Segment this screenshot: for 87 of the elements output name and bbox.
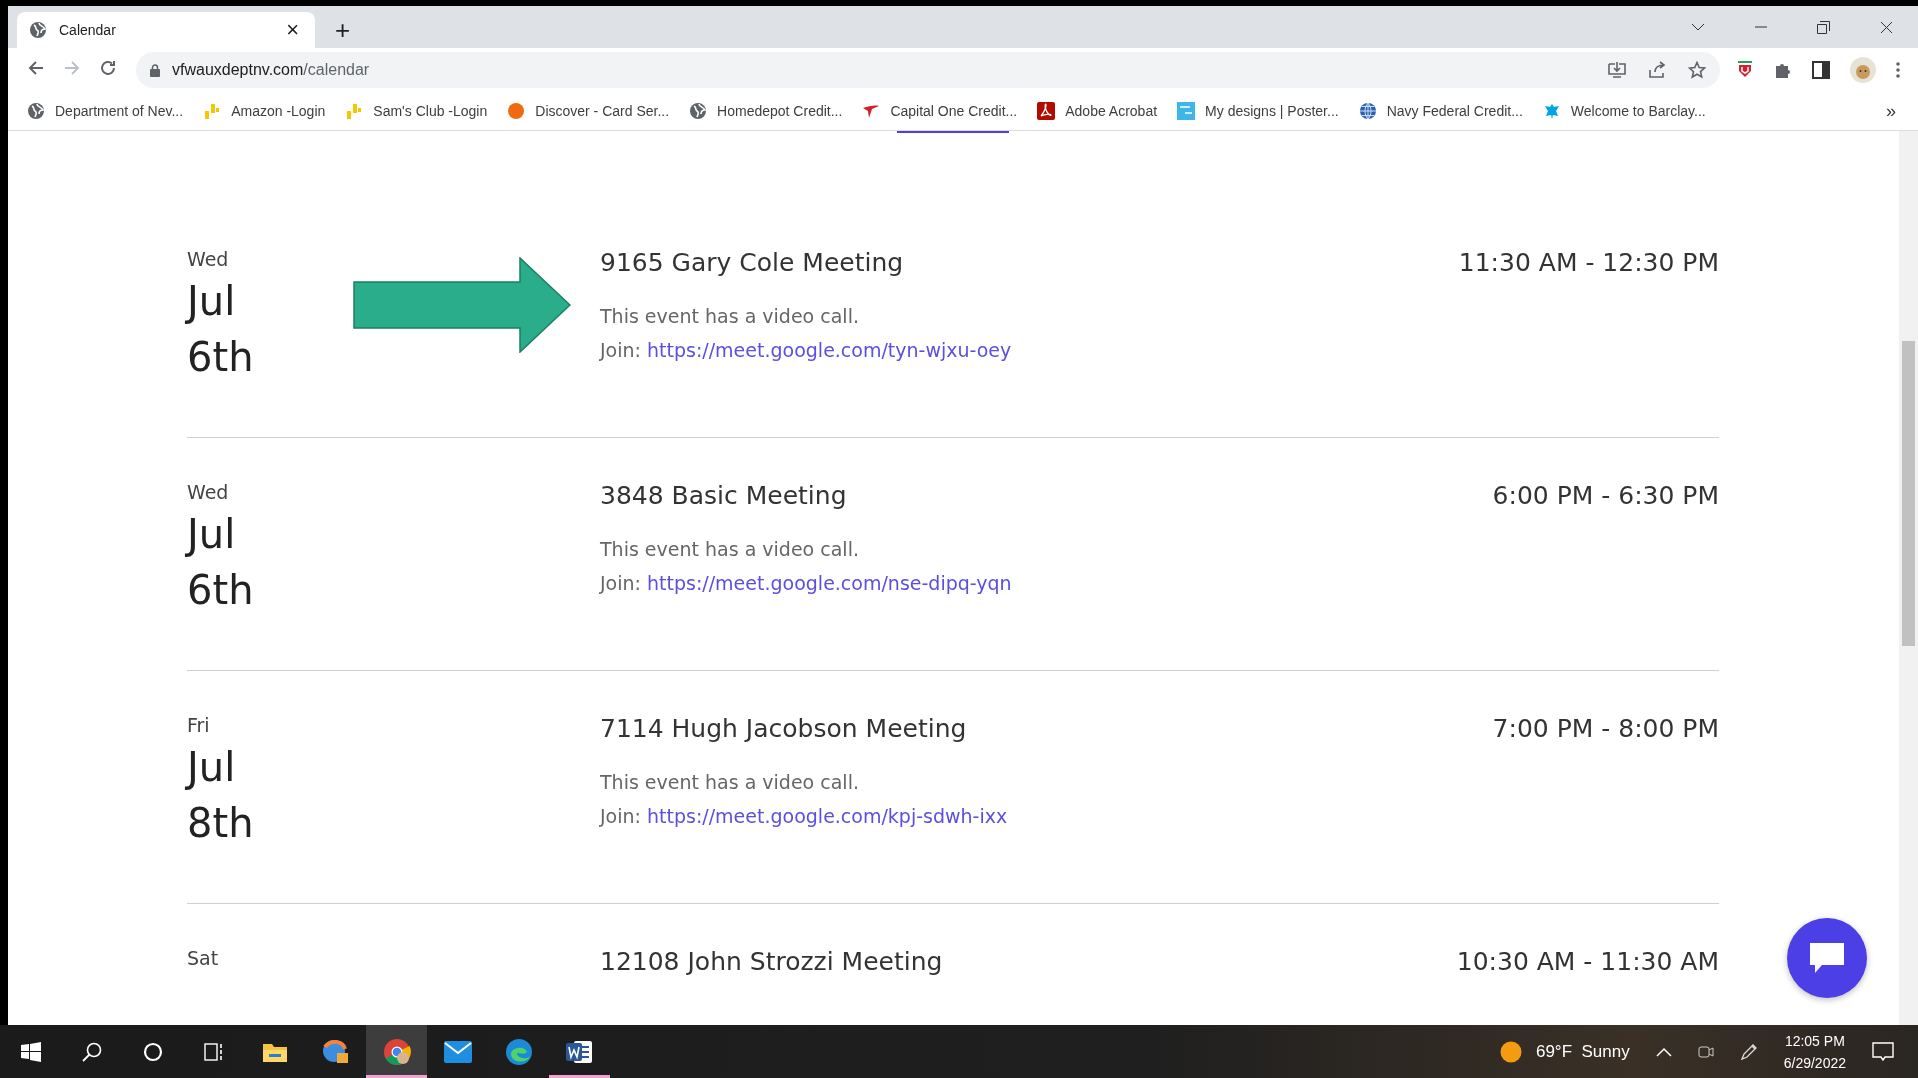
- more-menu-icon[interactable]: [1896, 62, 1900, 78]
- eagle-icon: [1542, 102, 1561, 120]
- lock-icon: [150, 63, 160, 77]
- circle-icon[interactable]: [142, 1041, 163, 1062]
- tab-title: Calendar: [59, 22, 117, 38]
- avatar-icon[interactable]: [1850, 57, 1876, 83]
- bookmark-link[interactable]: Discover - Card Ser...: [507, 102, 670, 120]
- restore-icon[interactable]: [1817, 20, 1830, 34]
- bookmark-link[interactable]: Welcome to Barclay...: [1542, 102, 1706, 120]
- bookmark-link[interactable]: My designs | Poster...: [1177, 102, 1339, 120]
- edge-icon[interactable]: [504, 1037, 533, 1066]
- pen-icon[interactable]: [1739, 1042, 1758, 1061]
- url-text: vfwauxdeptnv.com/calendar: [172, 61, 370, 79]
- search-icon[interactable]: [81, 1041, 102, 1062]
- bookmark-link[interactable]: Adobe Acrobat: [1037, 102, 1158, 120]
- bookmark-link[interactable]: Homedepot Credit...: [689, 102, 843, 120]
- globe-icon: [27, 102, 45, 120]
- join-text: Join: https://meet.google.com/tyn-wjxu-oey: [600, 338, 1013, 363]
- bar-chart-icon: [345, 102, 364, 120]
- circle-logo-icon: [507, 102, 526, 120]
- word-icon[interactable]: [565, 1038, 594, 1065]
- side-panel-icon[interactable]: [1812, 61, 1830, 79]
- task-view-icon[interactable]: [203, 1042, 224, 1061]
- bookmark-link[interactable]: Department of Nev...: [27, 102, 184, 120]
- pdf-icon: [1037, 102, 1056, 120]
- event-title: 12108 John Strozzi Meeting: [600, 946, 944, 978]
- bookmark-link[interactable]: Navy Federal Credit...: [1358, 102, 1523, 120]
- back-arrow-icon[interactable]: [28, 60, 44, 76]
- globe-box-icon[interactable]: [321, 1038, 350, 1065]
- chevron-down-icon[interactable]: [1691, 23, 1705, 31]
- browser-tab[interactable]: Calendar ×: [17, 12, 315, 48]
- meeting-link[interactable]: https://meet.google.com/tyn-wjxu-oey: [647, 339, 1012, 361]
- windows-logo-icon[interactable]: [20, 1041, 41, 1062]
- join-text: Join: https://meet.google.com/kpj-sdwh-ixx: [600, 804, 1009, 829]
- event-month: Jul: [187, 510, 237, 559]
- install-icon[interactable]: [1608, 61, 1626, 79]
- event-weekday: Fri: [187, 713, 211, 738]
- sun-icon: [1499, 1040, 1522, 1063]
- event-time: 6:00 PM - 6:30 PM: [1492, 480, 1719, 512]
- chevron-up-icon[interactable]: [1655, 1046, 1672, 1057]
- bar-chart-icon: [203, 102, 222, 120]
- meeting-link[interactable]: https://meet.google.com/nse-dipq-yqn: [647, 572, 1012, 594]
- event-weekday: Wed: [187, 480, 230, 505]
- taskbar-app[interactable]: [366, 1025, 427, 1078]
- join-text: Join: https://meet.google.com/nse-dipq-yqn: [600, 571, 1013, 596]
- event-day: 6th: [187, 562, 353, 618]
- weather-widget[interactable]: 69°F Sunny: [1499, 1040, 1630, 1063]
- mail-icon[interactable]: [443, 1040, 472, 1063]
- clock[interactable]: 12:05 PM 6/29/2022: [1783, 1029, 1846, 1074]
- close-icon[interactable]: [1880, 20, 1893, 34]
- event-time: 7:00 PM - 8:00 PM: [1492, 713, 1719, 745]
- event-title: 9165 Gary Cole Meeting: [600, 247, 905, 279]
- event-time: 10:30 AM - 11:30 AM: [1456, 946, 1719, 978]
- more-bookmarks-button[interactable]: »: [1886, 100, 1896, 122]
- globe-icon: [1358, 102, 1377, 120]
- reload-icon[interactable]: [100, 60, 116, 76]
- globe-icon: [29, 21, 47, 39]
- event-time: 11:30 AM - 12:30 PM: [1458, 247, 1719, 279]
- chrome-icon[interactable]: [382, 1037, 411, 1066]
- event-note: This event has a video call.: [600, 770, 860, 795]
- bookmark-link[interactable]: Amazon -Login: [203, 102, 326, 120]
- globe-icon: [689, 102, 708, 120]
- event-day: 8th: [187, 795, 353, 851]
- shield-icon[interactable]: [1736, 61, 1754, 79]
- notification-icon[interactable]: [1872, 1041, 1894, 1062]
- chat-button[interactable]: [1787, 918, 1867, 998]
- new-tab-button[interactable]: +: [329, 16, 357, 44]
- event-title: 3848 Basic Meeting: [600, 480, 848, 512]
- event-weekday: Wed: [187, 247, 230, 272]
- address-bar[interactable]: vfwauxdeptnv.com/calendar: [136, 52, 1720, 88]
- share-icon[interactable]: [1648, 61, 1666, 79]
- poster-icon: [1177, 102, 1196, 120]
- puzzle-icon[interactable]: [1774, 61, 1792, 79]
- event-weekday: Sat: [187, 946, 220, 971]
- event-day: 6th: [187, 329, 353, 385]
- event-title: 7114 Hugh Jacobson Meeting: [600, 713, 968, 745]
- bookmark-link[interactable]: Sam's Club -Login: [345, 102, 488, 120]
- event-note: This event has a video call.: [600, 537, 860, 562]
- meeting-link[interactable]: https://meet.google.com/kpj-sdwh-ixx: [647, 805, 1008, 827]
- event-month: Jul: [187, 743, 237, 792]
- bookmark-link[interactable]: Capital One Credit...: [862, 102, 1018, 120]
- close-tab-button[interactable]: ×: [282, 20, 303, 40]
- star-icon[interactable]: [1688, 61, 1706, 79]
- chat-icon: [1808, 941, 1846, 975]
- event-note: This event has a video call.: [600, 304, 860, 329]
- event-month: Jul: [187, 277, 237, 326]
- scrollbar[interactable]: [1899, 131, 1918, 1025]
